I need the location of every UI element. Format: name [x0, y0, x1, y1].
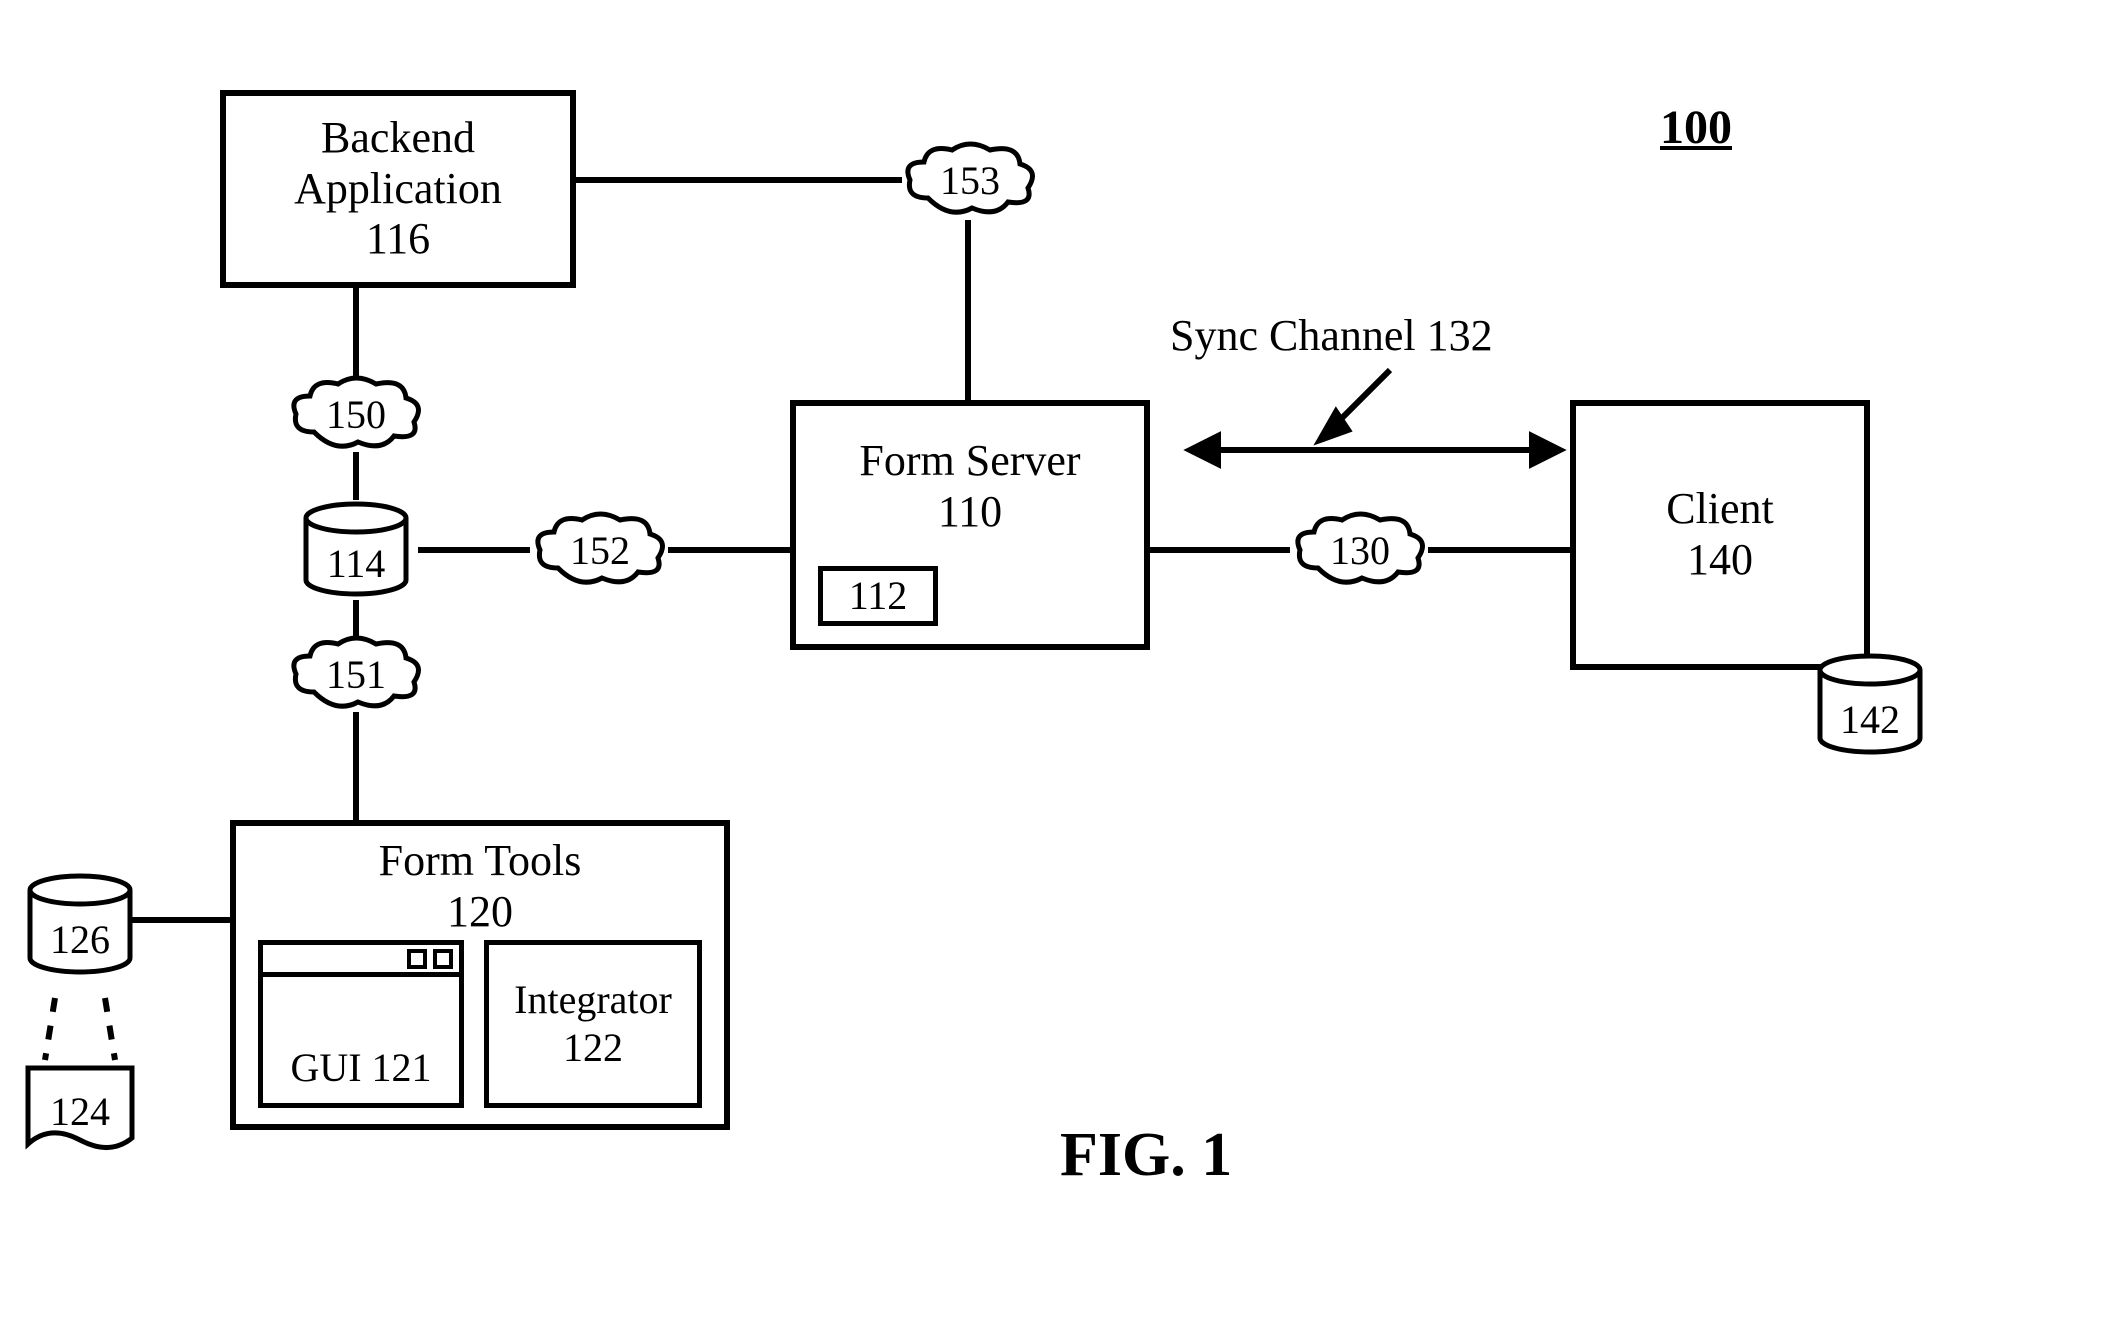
form-server-box: Form Server 110 112: [790, 400, 1150, 650]
client-box: Client 140: [1570, 400, 1870, 670]
diagram-canvas: 100 Sync Channel 132 Backend Application…: [0, 0, 2117, 1344]
backend-application-box: Backend Application 116: [220, 90, 576, 288]
backend-line1: Backend: [321, 113, 475, 164]
integrator-line1: Integrator: [514, 976, 672, 1024]
cylinder-126-label: 126: [20, 916, 140, 963]
cloud-130-label: 130: [1290, 510, 1430, 590]
form-tools-line1: Form Tools: [379, 836, 582, 887]
cylinder-142-label: 142: [1810, 696, 1930, 743]
cloud-153-label: 153: [900, 140, 1040, 220]
cloud-151-label: 151: [286, 634, 426, 714]
cloud-150: 150: [286, 374, 426, 454]
cloud-151: 151: [286, 634, 426, 714]
cloud-130: 130: [1290, 510, 1430, 590]
window-minimize-icon: [407, 949, 427, 969]
gui-window: GUI 121: [258, 940, 464, 1108]
window-maximize-icon: [433, 949, 453, 969]
cylinder-126: 126: [20, 870, 140, 980]
gui-label: GUI 121: [263, 1044, 459, 1091]
document-124-label: 124: [20, 1088, 140, 1135]
form-server-ref: 110: [938, 487, 1002, 538]
backend-line2: Application: [294, 164, 502, 215]
client-ref: 140: [1687, 535, 1753, 586]
form-server-inner-box: 112: [818, 566, 938, 626]
form-server-line1: Form Server: [859, 436, 1080, 487]
backend-ref: 116: [366, 214, 430, 265]
client-line1: Client: [1666, 484, 1774, 535]
figure-caption: FIG. 1: [1060, 1120, 1232, 1191]
cylinder-114-label: 114: [296, 540, 416, 587]
inner-ref-112: 112: [849, 573, 908, 619]
cylinder-114: 114: [296, 500, 416, 600]
sync-channel-label: Sync Channel 132: [1170, 310, 1493, 361]
figure-number: 100: [1660, 100, 1732, 155]
cloud-150-label: 150: [286, 374, 426, 454]
cloud-153: 153: [900, 140, 1040, 220]
document-124: 124: [20, 1060, 140, 1160]
integrator-box: Integrator 122: [484, 940, 702, 1108]
cylinder-142: 142: [1810, 650, 1930, 760]
integrator-ref: 122: [563, 1024, 623, 1072]
cloud-152: 152: [530, 510, 670, 590]
form-tools-ref: 120: [447, 887, 513, 938]
cloud-152-label: 152: [530, 510, 670, 590]
gui-titlebar: [263, 945, 459, 977]
